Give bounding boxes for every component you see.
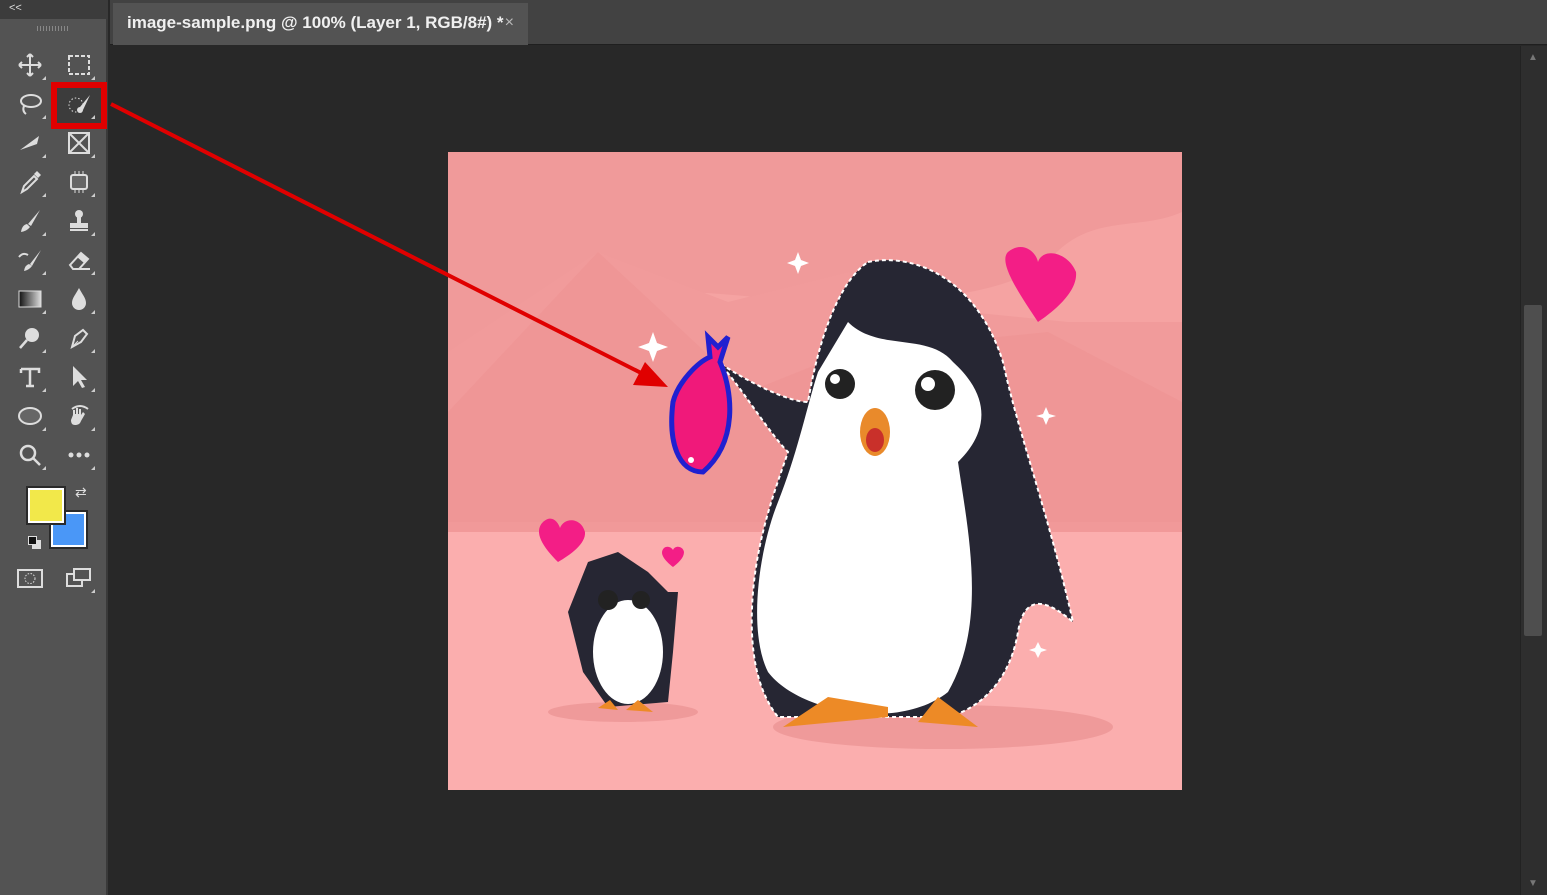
path-selection-icon	[73, 366, 87, 388]
document-tab-title: image-sample.png @ 100% (Layer 1, RGB/8#…	[127, 13, 504, 32]
move-tool[interactable]	[13, 48, 47, 82]
swap-colors-icon[interactable]: ⇄	[75, 484, 87, 501]
crop-icon	[20, 136, 39, 150]
clone-stamp-tool[interactable]	[62, 204, 96, 238]
vertical-scrollbar[interactable]: ▲ ▼	[1520, 46, 1547, 895]
object-selection-icon	[68, 95, 90, 113]
default-colors-icon[interactable]	[28, 536, 42, 550]
canvas-image[interactable]	[448, 152, 1182, 790]
scroll-up-icon[interactable]: ▲	[1528, 52, 1538, 63]
scroll-down-icon[interactable]: ▼	[1528, 878, 1538, 889]
lasso-icon	[20, 94, 42, 115]
spot-healing-icon	[70, 171, 88, 193]
history-brush-tool[interactable]	[13, 243, 47, 277]
blur-icon	[72, 288, 86, 310]
clone-stamp-icon	[70, 210, 88, 231]
close-tab-button[interactable]: ×	[505, 3, 514, 43]
eyedropper-tool[interactable]	[13, 165, 47, 199]
rectangular-marquee-tool[interactable]	[62, 48, 96, 82]
rotate-view-icon	[71, 405, 89, 425]
dodge-tool[interactable]	[13, 321, 47, 355]
screen-mode-button[interactable]	[62, 561, 96, 595]
crop-tool[interactable]	[13, 126, 47, 160]
quick-mask-icon	[17, 569, 43, 588]
foreground-color-swatch[interactable]	[26, 486, 66, 525]
type-tool[interactable]	[13, 360, 47, 394]
screen-mode-icon	[66, 568, 91, 587]
quick-mask-button[interactable]	[13, 561, 47, 595]
pen-tool[interactable]	[62, 321, 96, 355]
brush-icon	[21, 210, 40, 232]
rectangular-marquee-icon	[68, 55, 90, 75]
frame-icon	[68, 132, 90, 154]
gradient-icon	[18, 290, 42, 308]
ellipse-icon	[18, 407, 42, 425]
object-selection-tool[interactable]	[62, 87, 96, 121]
gradient-tool[interactable]	[13, 282, 47, 316]
scrollbar-thumb[interactable]	[1524, 305, 1542, 636]
eraser-icon	[68, 251, 90, 270]
move-icon	[18, 53, 42, 77]
type-icon	[19, 367, 41, 388]
path-selection-tool[interactable]	[62, 360, 96, 394]
spot-healing-tool[interactable]	[62, 165, 96, 199]
rotate-view-tool[interactable]	[62, 399, 96, 433]
brush-tool[interactable]	[13, 204, 47, 238]
mores-icon	[68, 452, 90, 458]
toolbar: << ⇄	[0, 0, 108, 895]
frame-tool[interactable]	[62, 126, 96, 160]
eyedropper-icon	[20, 171, 41, 195]
dodge-icon	[19, 328, 39, 349]
history-brush-icon	[18, 250, 41, 271]
zoom-tool[interactable]	[13, 438, 47, 472]
document-tab[interactable]: image-sample.png @ 100% (Layer 1, RGB/8#…	[113, 3, 528, 45]
eraser-tool[interactable]	[62, 243, 96, 277]
pen-icon	[70, 328, 89, 350]
blur-tool[interactable]	[62, 282, 96, 316]
document-tab-bar: image-sample.png @ 100% (Layer 1, RGB/8#…	[110, 0, 1547, 45]
collapse-toolbar-button[interactable]: <<	[0, 0, 108, 19]
zoom-icon	[19, 444, 41, 466]
ellipse-tool[interactable]	[13, 399, 47, 433]
more-tools[interactable]	[62, 438, 96, 472]
toolbar-grip[interactable]	[37, 26, 69, 31]
lasso-tool[interactable]	[13, 87, 47, 121]
